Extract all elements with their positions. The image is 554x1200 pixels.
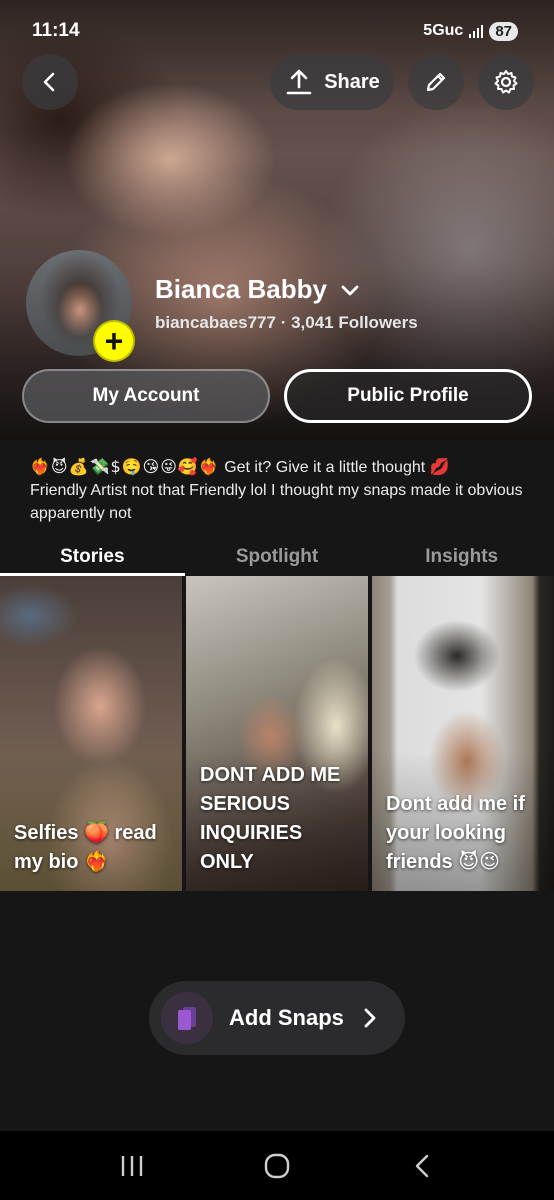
share-icon: [286, 69, 312, 95]
chevron-left-icon: [43, 72, 55, 92]
story-tile[interactable]: Selfies 🍑 read my bio ❤️‍🔥: [0, 576, 182, 891]
battery-indicator: 87: [489, 21, 518, 41]
display-name[interactable]: Bianca Babby: [155, 274, 361, 305]
pencil-icon: [426, 72, 446, 92]
back-icon: [415, 1154, 428, 1177]
tab-stories[interactable]: Stories: [0, 540, 185, 576]
story-tile[interactable]: DONT ADD ME SERIOUS INQUIRIES ONLY: [186, 576, 368, 891]
share-button[interactable]: Share: [270, 54, 394, 110]
status-indicators: 5Guc 87: [423, 21, 518, 41]
status-bar: 11:14 5Guc 87: [32, 16, 518, 46]
story-caption: Selfies 🍑 read my bio ❤️‍🔥: [14, 822, 157, 873]
add-snaps-label: Add Snaps: [229, 1005, 344, 1030]
display-name-text: Bianca Babby: [155, 274, 327, 304]
tab-insights[interactable]: Insights: [369, 540, 554, 576]
bio-line1: Get it? Give it a little thought 💋: [219, 459, 450, 476]
bio-rest: Friendly Artist not that Friendly lol I …: [30, 482, 523, 522]
edit-button[interactable]: [408, 54, 464, 110]
recents-button[interactable]: [102, 1136, 162, 1196]
my-account-button[interactable]: My Account: [22, 369, 270, 423]
system-nav-bar: [0, 1131, 554, 1200]
system-back-button[interactable]: [392, 1136, 452, 1196]
settings-button[interactable]: [478, 54, 534, 110]
recents-icon: [122, 1155, 143, 1176]
profile-tabs: Stories Spotlight Insights: [0, 540, 554, 576]
back-button[interactable]: [22, 54, 78, 110]
username-followers: biancabaes777 · 3,041 Followers: [155, 313, 418, 332]
chevron-down-icon: [341, 285, 359, 295]
story-caption: DONT ADD ME SERIOUS INQUIRIES ONLY: [200, 764, 341, 873]
stories-grid: Selfies 🍑 read my bio ❤️‍🔥 DONT ADD ME S…: [0, 576, 554, 891]
tab-spotlight[interactable]: Spotlight: [185, 540, 370, 576]
bio-emojis: ❤️‍🔥😈💰💸$🤤😘😜🥰❤️‍🔥: [30, 457, 220, 476]
add-story-button[interactable]: +: [93, 320, 135, 362]
add-snaps-button[interactable]: Add Snaps: [149, 981, 405, 1055]
bio-text: ❤️‍🔥😈💰💸$🤤😘😜🥰❤️‍🔥 Get it? Give it a littl…: [30, 455, 530, 525]
public-profile-button[interactable]: Public Profile: [284, 369, 532, 423]
status-time: 11:14: [32, 20, 80, 41]
snaps-icon: [161, 992, 213, 1044]
home-icon: [264, 1153, 290, 1178]
share-label: Share: [324, 70, 380, 93]
signal-icon: [469, 24, 484, 38]
story-tile[interactable]: Dont add me if your looking friends 😈😉: [372, 576, 554, 891]
network-type: 5Guc: [423, 22, 464, 39]
home-button[interactable]: [247, 1136, 307, 1196]
chevron-right-icon: [364, 1008, 376, 1028]
story-caption: Dont add me if your looking friends 😈😉: [386, 793, 525, 873]
gear-icon: [494, 70, 518, 94]
